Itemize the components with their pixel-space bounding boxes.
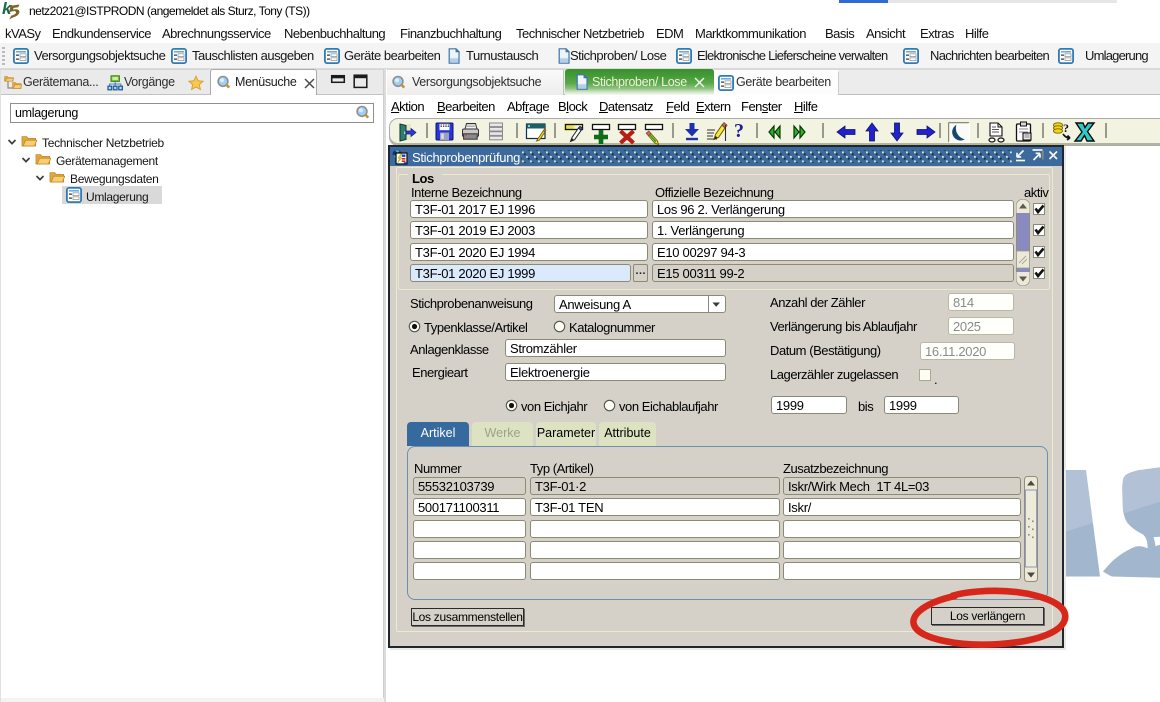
- svg-text:?: ?: [1063, 121, 1069, 135]
